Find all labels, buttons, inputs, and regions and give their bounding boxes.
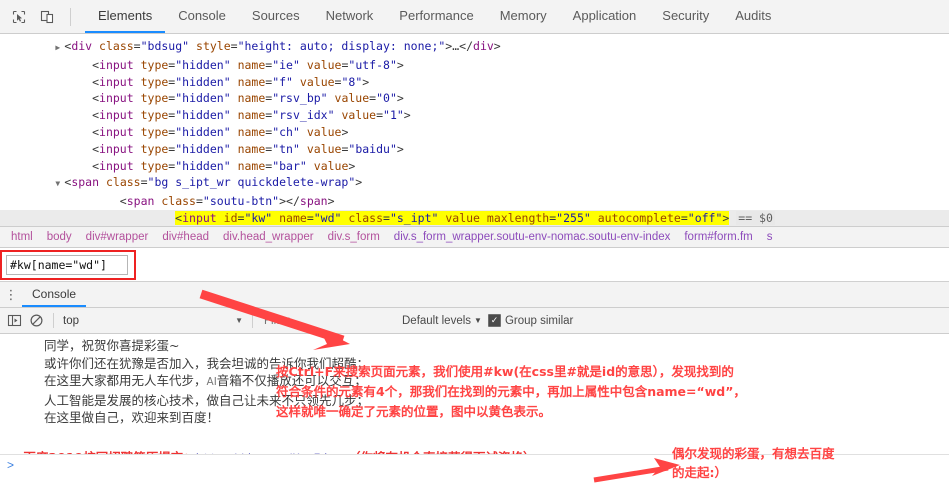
- dom-tree-line[interactable]: <input type="hidden" name="rsv_bp" value…: [0, 90, 949, 107]
- device-toggle-icon[interactable]: [38, 8, 56, 26]
- recruit-suffix: （你将有机会直接获得面试资格）: [348, 450, 536, 455]
- tab-security-label: Security: [662, 8, 710, 23]
- drawer-tab-bar: ⋮ Console: [0, 282, 949, 308]
- console-message-line: 或许你们还在犹豫是否加入，我会坦诚的告诉你我们超酷；: [44, 355, 370, 371]
- breadcrumb-item[interactable]: html: [4, 231, 40, 243]
- console-toolbar: top ▼ Default levels ▼ ✓ Group similar: [0, 308, 949, 334]
- drawer-tab-console[interactable]: Console: [22, 282, 87, 307]
- console-input-prompt[interactable]: >: [0, 454, 949, 475]
- dom-tree-selected-line[interactable]: <input id="kw" name="wd" class="s_ipt" v…: [0, 209, 949, 226]
- tab-elements-label: Elements: [98, 8, 153, 23]
- console-log-levels-select[interactable]: Default levels ▼: [402, 315, 482, 327]
- toolbar-icon-group: [0, 0, 85, 33]
- search-input[interactable]: [6, 254, 128, 275]
- dom-tree-line[interactable]: <span class="soutu-btn"></span>: [0, 193, 949, 210]
- console-message-line: 人工智能是发展的核心技术，做自己让未来不只领先几步；: [44, 392, 370, 408]
- tab-sources[interactable]: Sources: [239, 0, 313, 33]
- dom-tree-line[interactable]: <input type="hidden" name="bar" value>: [0, 158, 949, 175]
- element-search-bar: [0, 248, 949, 282]
- console-recruit-line: 百度2019校园招聘简历提交：http://dwz.cn/XpoFdepe（你将…: [6, 429, 949, 455]
- toolbar-divider: [70, 7, 71, 26]
- tab-memory[interactable]: Memory: [487, 0, 560, 33]
- dom-tree-line[interactable]: <input type="hidden" name="tn" value="ba…: [0, 141, 949, 158]
- breadcrumb-item[interactable]: div#head: [155, 231, 216, 243]
- dom-tree-line[interactable]: ▶ <div class="bdsug" style="height: auto;…: [0, 38, 949, 57]
- tab-network[interactable]: Network: [313, 0, 387, 33]
- console-message-line: 在这里做自己，欢迎来到百度！: [44, 410, 220, 425]
- console-sidebar-icon[interactable]: [6, 313, 22, 329]
- breadcrumb-item[interactable]: s: [760, 231, 780, 243]
- breadcrumb-item[interactable]: form#form.fm: [677, 231, 759, 243]
- checkbox-checked-icon: ✓: [487, 314, 501, 327]
- tab-network-label: Network: [325, 8, 374, 23]
- tab-application-label: Application: [572, 8, 637, 23]
- dom-tree-line[interactable]: <input type="hidden" name="f" value="8">: [0, 74, 949, 91]
- breadcrumb-item[interactable]: div.head_wrapper: [216, 231, 321, 243]
- breadcrumb-item[interactable]: body: [40, 231, 79, 243]
- selected-node-ref: == $0: [736, 210, 775, 225]
- tab-performance-label: Performance: [399, 8, 474, 23]
- breadcrumb[interactable]: html body div#wrapper div#head div.head_wrap…: [0, 226, 949, 248]
- console-filter-input[interactable]: [262, 313, 396, 328]
- console-toolbar-divider-1: [53, 313, 54, 328]
- tab-application[interactable]: Application: [560, 0, 650, 33]
- console-message-line: 同学，祝贺你喜提彩蛋~: [44, 338, 180, 353]
- more-options-icon[interactable]: ⋮: [0, 282, 22, 307]
- console-toolbar-divider-2: [252, 313, 253, 328]
- recruit-prefix: 百度2019校园招聘简历提交：: [23, 450, 195, 455]
- search-match-highlight: <input id="kw" name="wd" class="s_ipt" v…: [175, 210, 730, 225]
- console-log-levels-label: Default levels: [402, 314, 472, 327]
- breadcrumb-item[interactable]: div.s_form: [321, 231, 387, 243]
- tab-security[interactable]: Security: [649, 0, 722, 33]
- tab-console-label: Console: [178, 8, 226, 23]
- dom-tree-line[interactable]: ▼ <span class="bg s_ipt_wr quickdelete-wr…: [0, 174, 949, 193]
- console-context-value: top: [63, 314, 79, 327]
- tab-audits-label: Audits: [735, 8, 772, 23]
- console-message-block: 同学，祝贺你喜提彩蛋~ 或许你们还在犹豫是否加入，我会坦诚的告诉你我们超酷； 在这里…: [6, 337, 949, 427]
- breadcrumb-item[interactable]: div.s_form_wrapper.soutu-env-nomac.soutu…: [387, 231, 678, 243]
- recruit-link[interactable]: http://dwz.cn/XpoFdepe: [196, 451, 348, 455]
- tab-audits[interactable]: Audits: [722, 0, 784, 33]
- devtools-toolbar: Elements Console Sources Network Perform…: [0, 0, 949, 34]
- dom-tree-line[interactable]: <input type="hidden" name="ch" value>: [0, 124, 949, 141]
- console-message-line: 在这里大家都用无人车代步，AI音箱不仅播放还可以交互；: [44, 373, 367, 388]
- group-similar-label: Group similar: [504, 314, 574, 327]
- group-similar-checkbox[interactable]: ✓ Group similar: [487, 314, 574, 327]
- tab-elements[interactable]: Elements: [85, 0, 166, 33]
- clear-console-icon[interactable]: [28, 313, 44, 329]
- search-box-wrapper: [0, 249, 136, 280]
- chevron-down-icon: ▼: [474, 316, 482, 325]
- prompt-caret-icon: >: [7, 458, 15, 472]
- inspect-cursor-icon[interactable]: [10, 8, 28, 26]
- tab-console[interactable]: Console: [165, 0, 239, 33]
- console-output[interactable]: 同学，祝贺你喜提彩蛋~ 或许你们还在犹豫是否加入，我会坦诚的告诉你我们超酷； 在这里…: [0, 334, 949, 454]
- chevron-down-icon: ▼: [235, 316, 243, 325]
- tab-memory-label: Memory: [499, 8, 547, 23]
- dom-tree-line[interactable]: <input type="hidden" name="rsv_idx" valu…: [0, 107, 949, 124]
- dom-tree-line[interactable]: <input type="hidden" name="ie" value="ut…: [0, 57, 949, 74]
- console-context-select[interactable]: top ▼: [63, 315, 243, 327]
- tab-sources-label: Sources: [251, 8, 300, 23]
- tab-performance[interactable]: Performance: [386, 0, 486, 33]
- breadcrumb-item[interactable]: div#wrapper: [79, 231, 156, 243]
- dom-tree-panel[interactable]: ▶ <div class="bdsug" style="height: auto;…: [0, 34, 949, 226]
- drawer-tab-console-label: Console: [32, 286, 77, 301]
- panel-tab-list: Elements Console Sources Network Perform…: [85, 0, 784, 33]
